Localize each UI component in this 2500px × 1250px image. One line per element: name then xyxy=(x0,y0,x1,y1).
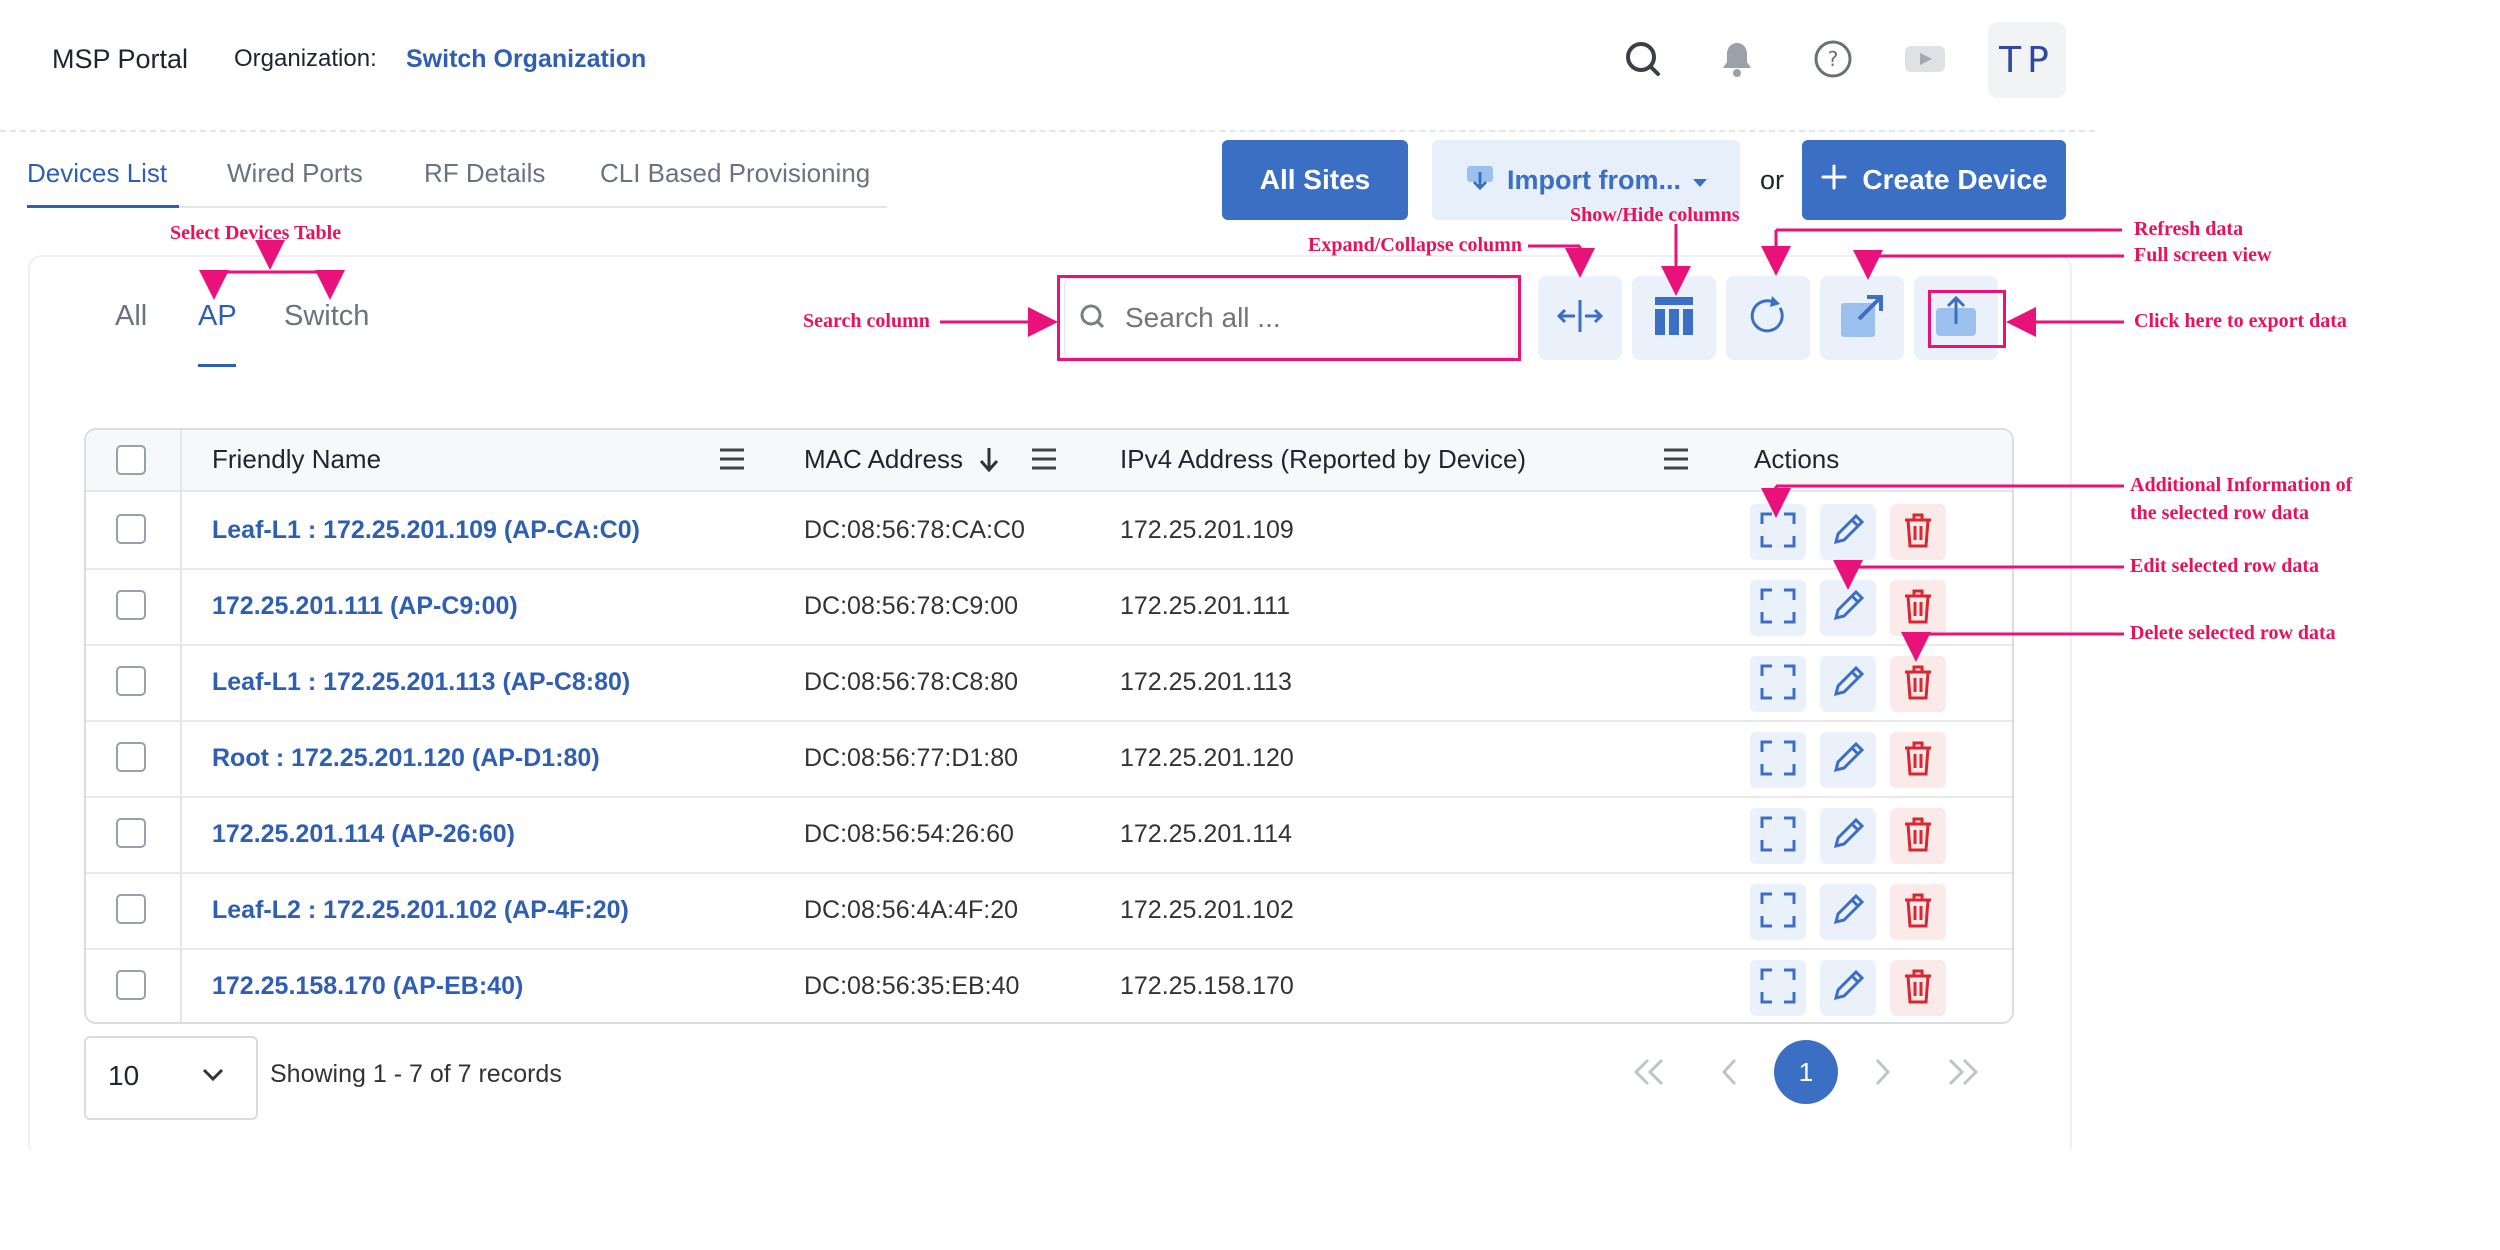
annotation-refresh-data: Refresh data xyxy=(2134,218,2244,240)
annotation-select-devices-table: Select Devices Table xyxy=(170,222,342,244)
annotation-show-hide-columns: Show/Hide columns xyxy=(1570,204,1740,226)
annotation-edit-row: Edit selected row data xyxy=(2130,555,2320,577)
annotation-additional-info-line1: Additional Information of xyxy=(2130,474,2353,496)
annotation-additional-info-line2: the selected row data xyxy=(2130,502,2310,524)
annotation-arrows xyxy=(199,224,2124,662)
annotation-export-data: Click here to export data xyxy=(2134,310,2347,332)
annotation-search-column: Search column xyxy=(803,310,930,332)
annotation-full-screen: Full screen view xyxy=(2134,244,2272,266)
annotation-delete-row: Delete selected row data xyxy=(2130,622,2336,644)
annotation-expand-collapse: Expand/Collapse column xyxy=(1308,234,1522,256)
